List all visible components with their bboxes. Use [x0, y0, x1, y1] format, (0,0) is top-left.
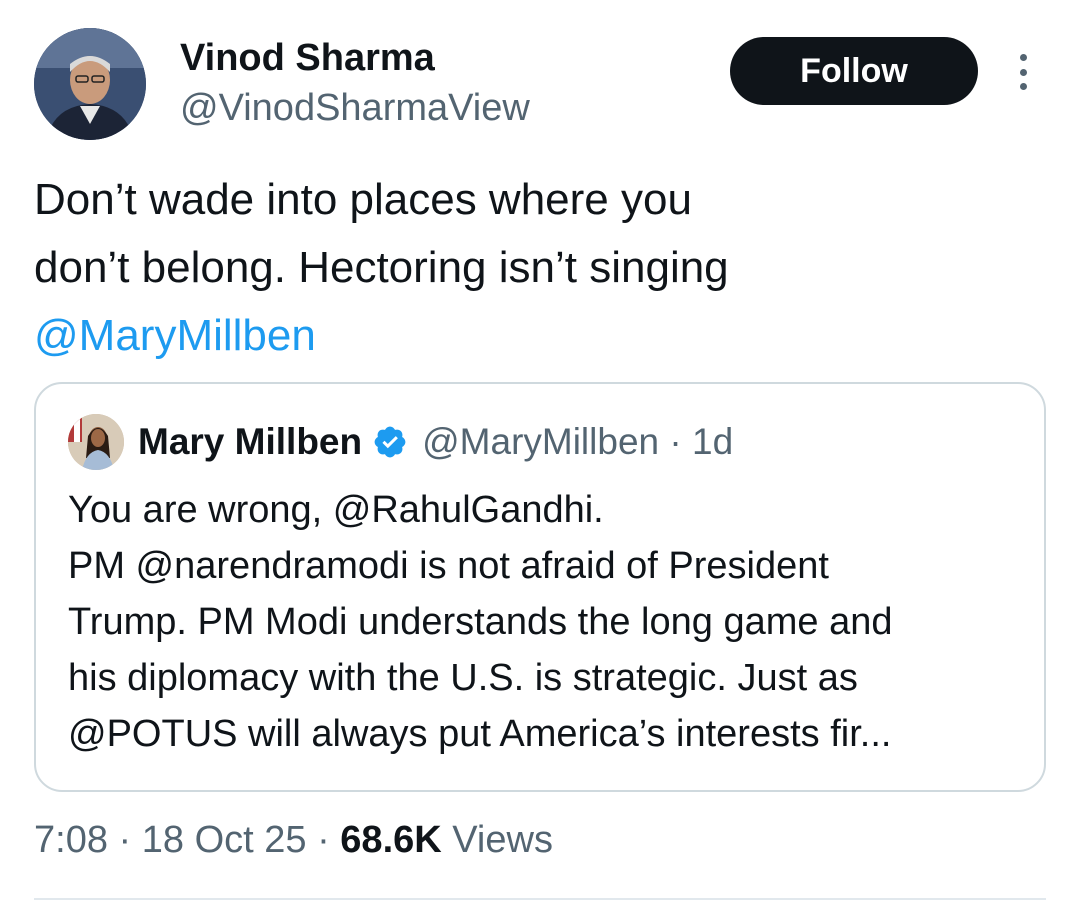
tweet-text-line: don’t belong. Hectoring isn’t singing [34, 243, 729, 292]
more-dot [1019, 83, 1027, 90]
author-avatar[interactable] [34, 28, 146, 140]
divider [34, 898, 1046, 900]
tweet-date[interactable]: 18 Oct 25 [142, 819, 307, 861]
author-avatar-image [34, 28, 146, 140]
quoted-tweet-header: Mary Millben @MaryMillben · 1d [68, 414, 733, 470]
views-label: Views [452, 819, 553, 861]
verified-badge-icon [372, 424, 408, 460]
footer-separator: · [107, 819, 142, 861]
footer-separator: · [306, 819, 341, 861]
views-count: 68.6K [340, 819, 442, 861]
quoted-text-line: You are wrong, @RahulGandhi. [68, 489, 604, 531]
author-display-name[interactable]: Vinod Sharma [180, 36, 530, 80]
quoted-tweet-meta: @MaryMillben · 1d [422, 421, 734, 462]
quoted-tweet-card[interactable]: Mary Millben @MaryMillben · 1d You are w… [34, 382, 1046, 792]
quoted-tweet-text: You are wrong, @RahulGandhi. PM @narendr… [68, 482, 1028, 762]
quoted-author-avatar[interactable] [68, 414, 124, 470]
tweet-text-line: Don’t wade into places where you [34, 175, 692, 224]
author-handle[interactable]: @VinodSharmaView [180, 84, 530, 132]
quoted-text-line: PM @narendramodi is not afraid of Presid… [68, 545, 829, 587]
tweet-text: Don’t wade into places where you don’t b… [34, 166, 1024, 370]
tweet-header: Vinod Sharma @VinodSharmaView Follow [34, 28, 1046, 140]
more-dot [1019, 54, 1027, 61]
quoted-author-avatar-image [68, 414, 124, 470]
more-options-icon[interactable] [1008, 48, 1038, 96]
tweet-time[interactable]: 7:08 [34, 819, 108, 861]
tweet-mention-link[interactable]: @MaryMillben [34, 302, 1024, 370]
follow-button[interactable]: Follow [730, 37, 978, 105]
quoted-text-line: his diplomacy with the U.S. is strategic… [68, 657, 858, 699]
more-dot [1019, 68, 1027, 76]
quoted-text-line: @POTUS will always put America’s interes… [68, 713, 892, 755]
tweet-footer: 7:08 · 18 Oct 25 · 68.6K Views [34, 812, 553, 868]
quoted-author-name[interactable]: Mary Millben [138, 421, 362, 463]
author-names: Vinod Sharma @VinodSharmaView [180, 36, 530, 132]
quoted-text-line: Trump. PM Modi understands the long game… [68, 601, 893, 643]
